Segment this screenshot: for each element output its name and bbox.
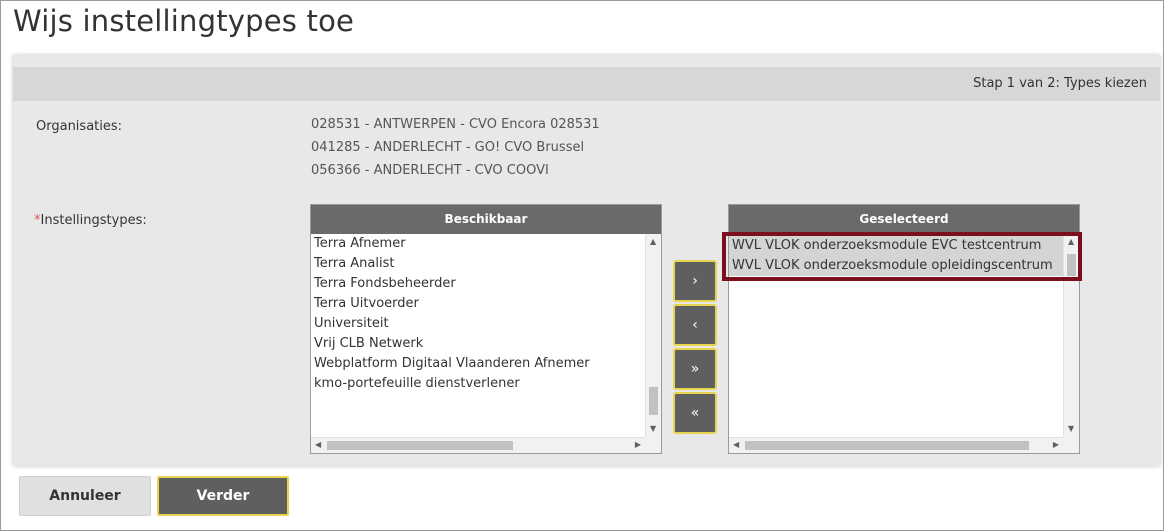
list-item[interactable]: Terra Afnemer — [311, 234, 645, 254]
scrollbar-corner — [1063, 437, 1079, 453]
scroll-down-icon[interactable]: ▼ — [650, 425, 656, 433]
vertical-scrollbar[interactable]: ▲ ▼ — [1063, 234, 1079, 437]
add-button[interactable]: › — [673, 260, 717, 302]
list-item[interactable]: Universiteit — [311, 314, 645, 334]
organisations-label: Organisaties: — [36, 119, 123, 134]
scrollbar-thumb[interactable] — [649, 387, 658, 415]
available-header: Beschikbaar — [311, 205, 661, 234]
list-item[interactable]: Terra Fondsbeheerder — [311, 274, 645, 294]
scroll-left-icon[interactable]: ◀ — [315, 441, 321, 449]
scroll-left-icon[interactable]: ◀ — [733, 441, 739, 449]
vertical-scrollbar[interactable]: ▲ ▼ — [645, 234, 661, 437]
organisation-item: 041285 - ANDERLECHT - GO! CVO Brussel — [311, 140, 585, 155]
page-title: Wijs instellingtypes toe — [13, 4, 355, 38]
types-label: *Instellingstypes: — [34, 213, 147, 228]
list-item[interactable]: Terra Analist — [311, 254, 645, 274]
scrollbar-thumb[interactable] — [1067, 254, 1076, 276]
horizontal-scrollbar[interactable]: ◀ ▶ — [729, 437, 1063, 453]
types-label-text: Instellingstypes: — [40, 213, 147, 228]
cancel-button[interactable]: Annuleer — [19, 476, 151, 516]
list-item[interactable]: Webplatform Digitaal Vlaanderen Afnemer — [311, 354, 645, 374]
list-item[interactable]: Terra Uitvoerder — [311, 294, 645, 314]
list-item[interactable]: WVL VLOK onderzoeksmodule EVC testcentru… — [729, 236, 1063, 256]
available-listbox[interactable]: Beschikbaar Terra Afnemer Terra Analist … — [310, 204, 662, 454]
organisation-item: 028531 - ANTWERPEN - CVO Encora 028531 — [311, 117, 600, 132]
scroll-up-icon[interactable]: ▲ — [1068, 238, 1074, 246]
step-bar: Stap 1 van 2: Types kiezen — [13, 67, 1160, 101]
scroll-right-icon[interactable]: ▶ — [635, 441, 641, 449]
organisation-item: 056366 - ANDERLECHT - CVO COOVI — [311, 163, 549, 178]
selected-header: Geselecteerd — [729, 205, 1079, 234]
selected-list[interactable]: WVL VLOK onderzoeksmodule EVC testcentru… — [729, 234, 1063, 437]
scrollbar-thumb[interactable] — [745, 441, 1029, 450]
add-all-button[interactable]: » — [673, 348, 717, 390]
next-button[interactable]: Verder — [157, 476, 289, 516]
step-indicator: Stap 1 van 2: Types kiezen — [973, 76, 1147, 91]
remove-button[interactable]: ‹ — [673, 304, 717, 346]
list-item[interactable]: kmo-portefeuille dienstverlener — [311, 374, 645, 394]
scroll-up-icon[interactable]: ▲ — [650, 238, 656, 246]
scroll-down-icon[interactable]: ▼ — [1068, 425, 1074, 433]
list-item[interactable]: Vrij CLB Netwerk — [311, 334, 645, 354]
scroll-right-icon[interactable]: ▶ — [1053, 441, 1059, 449]
selected-listbox[interactable]: Geselecteerd WVL VLOK onderzoeksmodule E… — [728, 204, 1080, 454]
scrollbar-corner — [645, 437, 661, 453]
remove-all-button[interactable]: « — [673, 392, 717, 434]
available-list[interactable]: Terra Afnemer Terra Analist Terra Fondsb… — [311, 234, 645, 437]
horizontal-scrollbar[interactable]: ◀ ▶ — [311, 437, 645, 453]
list-item[interactable]: WVL VLOK onderzoeksmodule opleidingscent… — [729, 256, 1063, 276]
scrollbar-thumb[interactable] — [327, 441, 513, 450]
